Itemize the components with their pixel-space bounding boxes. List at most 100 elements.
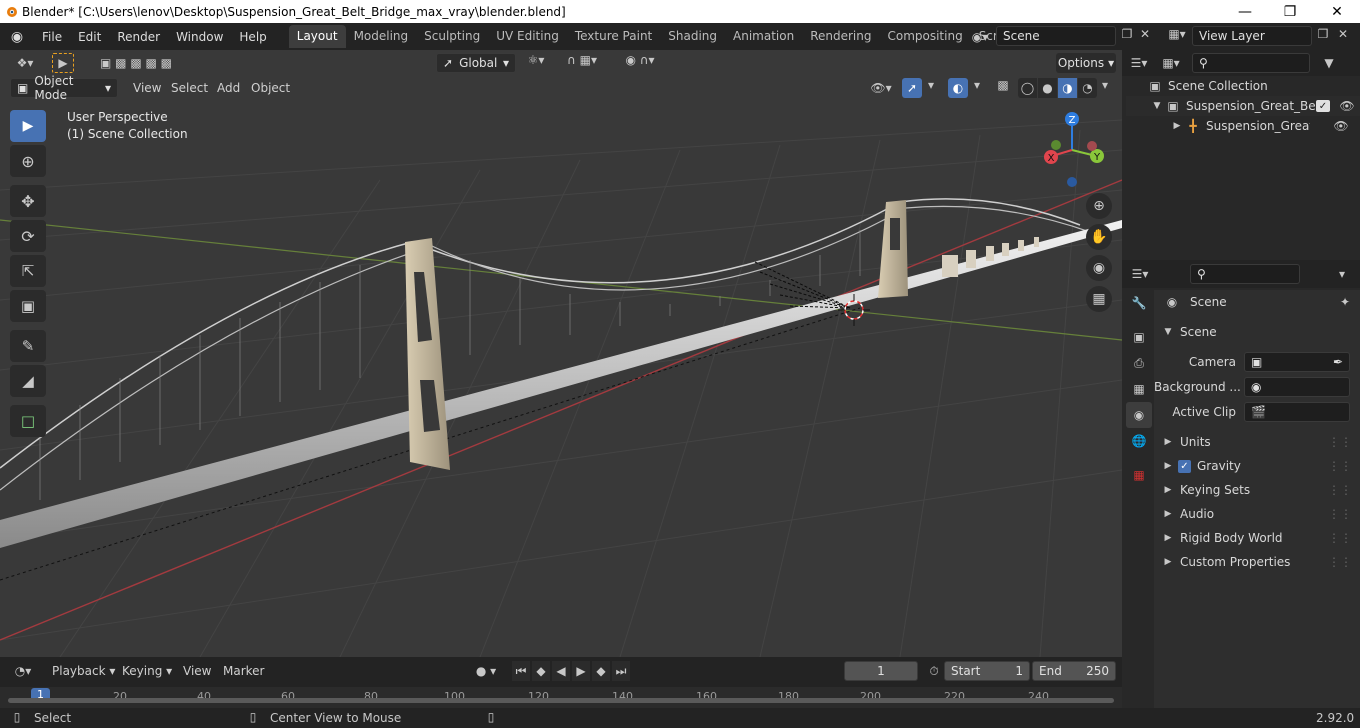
prev-keyframe-icon[interactable]: ◆ (532, 661, 550, 681)
close-icon[interactable]: ✕ (1314, 0, 1360, 23)
tab-sculpting[interactable]: Sculpting (416, 25, 488, 48)
panel-custom-properties[interactable]: ▶ Custom Properties ⋮⋮ (1154, 550, 1360, 574)
drag-handle-icon[interactable]: ⋮⋮ (1328, 459, 1352, 473)
pivot-point-icon[interactable]: ⚛▾ (522, 53, 550, 67)
tool-measure[interactable]: ◢ (10, 365, 46, 397)
snapping-icon[interactable]: ∩ ▦▾ (556, 53, 608, 67)
scene-tab-icon[interactable]: ◉ (1126, 402, 1152, 428)
navigation-gizmo[interactable]: Z Y X (1036, 108, 1108, 192)
tab-texture-paint[interactable]: Texture Paint (567, 25, 660, 48)
tool-select-box[interactable]: ▶ (10, 110, 46, 142)
remove-scene-icon[interactable]: ✕ (1138, 27, 1152, 41)
drag-handle-icon[interactable]: ⋮⋮ (1328, 555, 1352, 569)
eye-icon[interactable]: 👁 (1330, 119, 1352, 133)
pan-hand-icon[interactable]: ✋ (1086, 224, 1112, 250)
properties-editor-icon[interactable]: ☰▾ (1122, 267, 1158, 281)
viewlayer-name-field[interactable]: View Layer (1192, 26, 1312, 46)
timeline-scrollbar[interactable] (8, 698, 1114, 703)
chevron-down-icon[interactable]: ▾ (1332, 267, 1352, 281)
ortho-grid-icon[interactable]: ▦ (1086, 286, 1112, 312)
eye-icon[interactable]: 👁 (1336, 99, 1358, 113)
panel-audio[interactable]: ▶ Audio ⋮⋮ (1154, 502, 1360, 526)
remove-viewlayer-icon[interactable]: ✕ (1336, 27, 1350, 41)
tab-compositing[interactable]: Compositing (879, 25, 970, 48)
filter-icon[interactable]: ▼ (1316, 56, 1342, 70)
material-shading-icon[interactable]: ◑ (1058, 78, 1077, 98)
viewport-menu-view[interactable]: View (133, 81, 161, 95)
drag-handle-icon[interactable]: ⋮⋮ (1328, 531, 1352, 545)
outliner-row-object[interactable]: ▶ ╋ Suspension_Great_Bı 👁 (1126, 116, 1360, 136)
viewlayer-browse-icon[interactable]: ▦▾ (1164, 27, 1190, 41)
expand-right-icon[interactable]: ▶ (1170, 121, 1184, 131)
pin-icon[interactable]: ✦ (1340, 295, 1350, 309)
viewport-menu-add[interactable]: Add (217, 81, 240, 95)
eyedropper-icon[interactable]: ✒ (1333, 355, 1343, 369)
tab-layout[interactable]: Layout (288, 25, 346, 48)
3d-viewport[interactable] (0, 50, 1122, 657)
panel-scene-header[interactable]: ▼ Scene (1154, 320, 1360, 344)
selection-mode-icons[interactable]: ▣ ▩ ▩ ▩ ▩ (90, 53, 182, 73)
wireframe-shading-icon[interactable]: ◯ (1018, 78, 1037, 98)
tool-annotate[interactable]: ✎ (10, 330, 46, 362)
properties-search[interactable]: ⚲ (1190, 264, 1300, 284)
timeline-menu-keying[interactable]: Keying ▾ (122, 664, 172, 678)
drag-handle-icon[interactable]: ⋮⋮ (1328, 435, 1352, 449)
tab-rendering[interactable]: Rendering (802, 25, 879, 48)
jump-start-icon[interactable]: ⏮ (512, 661, 530, 681)
tab-shading[interactable]: Shading (660, 25, 725, 48)
panel-units[interactable]: ▶ Units ⋮⋮ (1154, 430, 1360, 454)
outliner-row-scene-collection[interactable]: ▣ Scene Collection (1126, 76, 1360, 96)
tool-cursor[interactable]: ⊕ (10, 145, 46, 177)
xray-toggle-icon[interactable]: ▩ (994, 78, 1012, 92)
rendered-shading-icon[interactable]: ◔ (1078, 78, 1097, 98)
play-icon[interactable]: ▶ (572, 661, 590, 681)
menu-help[interactable]: Help (231, 30, 274, 44)
outliner-search[interactable]: ⚲ (1192, 53, 1310, 73)
panel-keying-sets[interactable]: ▶ Keying Sets ⋮⋮ (1154, 478, 1360, 502)
visibility-icon[interactable]: 👁▾ (866, 78, 896, 98)
menu-render[interactable]: Render (109, 30, 168, 44)
select-tool-icon[interactable]: ▶ (52, 53, 74, 73)
viewport-menu-object[interactable]: Object (251, 81, 290, 95)
zoom-icon[interactable]: ⊕ (1086, 193, 1112, 219)
tool-move[interactable]: ✥ (10, 185, 46, 217)
chevron-down-icon[interactable]: ▾ (970, 78, 984, 92)
display-mode-icon[interactable]: ▦▾ (1156, 56, 1186, 70)
tab-animation[interactable]: Animation (725, 25, 802, 48)
active-clip-field[interactable]: 🎬 (1244, 402, 1350, 422)
viewport-menu-select[interactable]: Select (171, 81, 208, 95)
record-icon[interactable]: ● ▾ (468, 661, 504, 681)
start-frame-field[interactable]: Start 1 (944, 661, 1030, 681)
menu-edit[interactable]: Edit (70, 30, 109, 44)
stopwatch-icon[interactable]: ⏱ (924, 661, 944, 681)
camera-view-icon[interactable]: ◉ (1086, 255, 1112, 281)
overlay-toggle-icon[interactable]: ◐ (948, 78, 968, 98)
drag-handle-icon[interactable]: ⋮⋮ (1328, 483, 1352, 497)
timeline-menu-playback[interactable]: Playback ▾ (52, 664, 115, 678)
maximize-icon[interactable]: ❐ (1267, 0, 1313, 23)
current-frame-field[interactable]: 1 (844, 661, 918, 681)
render-tab-icon[interactable]: ▣ (1126, 324, 1152, 350)
editor-type-icon[interactable]: ❖▾ (10, 53, 40, 73)
camera-field[interactable]: ▣ ✒ (1244, 352, 1350, 372)
texture-tab-icon[interactable]: ▦ (1126, 462, 1152, 488)
panel-gravity[interactable]: ▶ ✓ Gravity ⋮⋮ (1154, 454, 1360, 478)
jump-end-icon[interactable]: ⏭ (612, 661, 630, 681)
background-field[interactable]: ◉ (1244, 377, 1350, 397)
end-frame-field[interactable]: End 250 (1032, 661, 1116, 681)
blender-menu-icon[interactable]: ◉ (0, 29, 34, 45)
tab-uv-editing[interactable]: UV Editing (488, 25, 567, 48)
output-tab-icon[interactable]: ⎙ (1126, 350, 1152, 376)
tool-transform[interactable]: ▣ (10, 290, 46, 322)
panel-rigid-body-world[interactable]: ▶ Rigid Body World ⋮⋮ (1154, 526, 1360, 550)
expand-down-icon[interactable]: ▼ (1150, 101, 1164, 111)
gravity-checkbox-icon[interactable]: ✓ (1178, 459, 1191, 473)
drag-handle-icon[interactable]: ⋮⋮ (1328, 507, 1352, 521)
outliner-editor-icon[interactable]: ☰▾ (1122, 56, 1156, 70)
world-tab-icon[interactable]: 🌐 (1126, 428, 1152, 454)
next-keyframe-icon[interactable]: ◆ (592, 661, 610, 681)
chevron-down-icon[interactable]: ▾ (1098, 78, 1112, 92)
checkbox-icon[interactable]: ✓ (1316, 100, 1330, 112)
options-button[interactable]: Options ▾ (1056, 53, 1116, 73)
menu-window[interactable]: Window (168, 30, 231, 44)
